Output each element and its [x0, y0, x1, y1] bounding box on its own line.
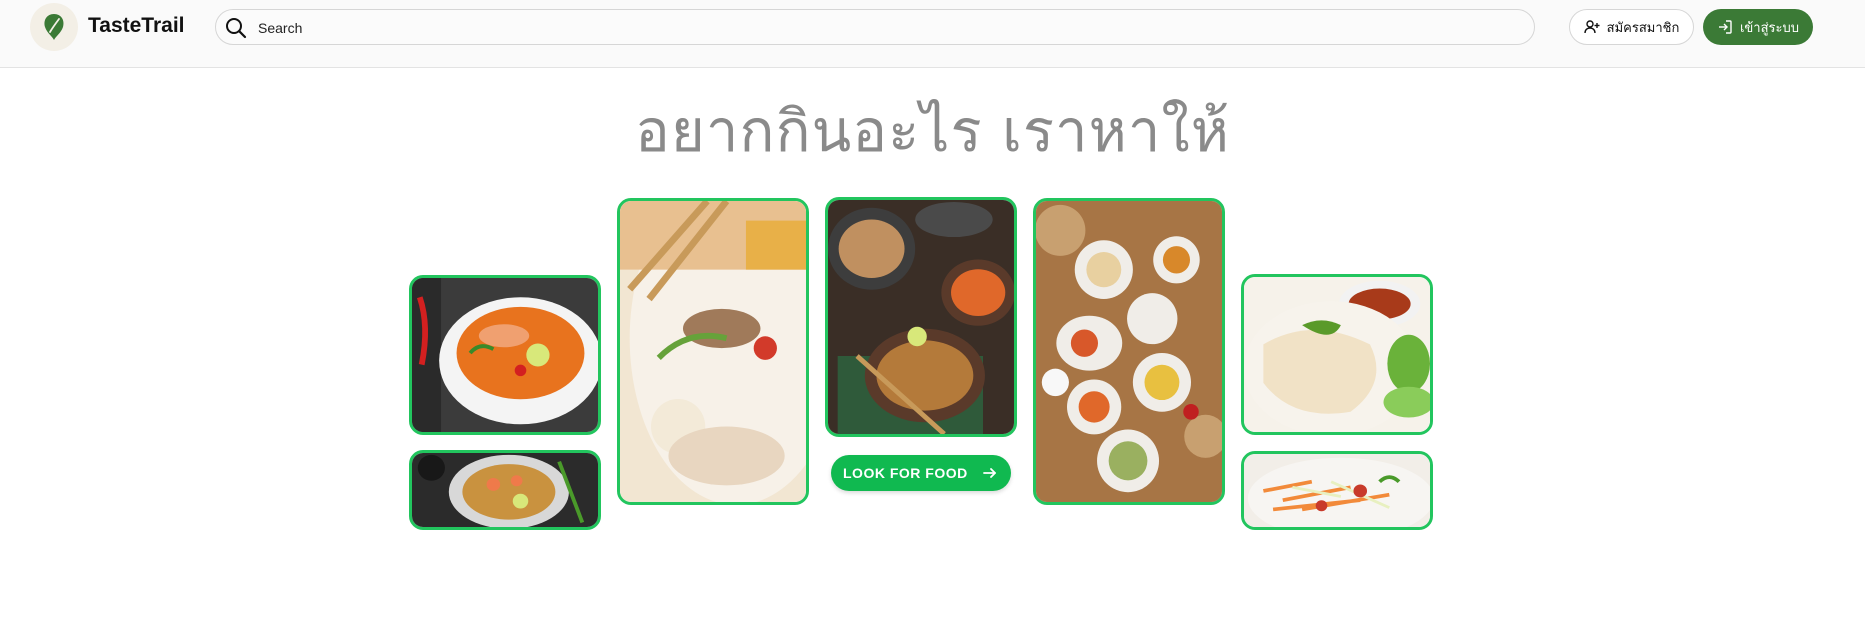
- brand-name[interactable]: TasteTrail: [88, 14, 185, 38]
- login-button[interactable]: เข้าสู่ระบบ: [1703, 9, 1813, 45]
- login-label: เข้าสู่ระบบ: [1739, 20, 1800, 36]
- brand-logo[interactable]: [30, 3, 78, 51]
- arrow-right-icon: [983, 468, 996, 478]
- search-icon: [226, 18, 247, 39]
- top-navbar: TasteTrail สมัครสมาชิก เข้าสู่ระบบ: [0, 0, 1865, 68]
- noodle-bowl-image[interactable]: [617, 198, 809, 505]
- leaf-pin-icon: [44, 14, 64, 40]
- user-plus-icon: [1583, 20, 1600, 34]
- hainanese-chicken-rice-image[interactable]: [1241, 274, 1433, 435]
- thai-dishes-spread-image[interactable]: [825, 197, 1017, 437]
- register-label: สมัครสมาชิก: [1606, 20, 1680, 36]
- look-for-food-button[interactable]: LOOK FOR FOOD: [831, 455, 1011, 491]
- register-button[interactable]: สมัครสมาชิก: [1569, 9, 1694, 45]
- hero-title: อยากกินอะไร เราหาให้: [635, 97, 1230, 165]
- login-icon: [1718, 20, 1732, 34]
- pad-thai-image[interactable]: [409, 450, 601, 530]
- thai-feast-table-image[interactable]: [1033, 198, 1225, 505]
- look-for-food-label: LOOK FOR FOOD: [843, 465, 968, 481]
- search-input[interactable]: [256, 16, 1510, 40]
- papaya-salad-image[interactable]: [1241, 451, 1433, 530]
- tom-yum-soup-image[interactable]: [409, 275, 601, 435]
- search-bar[interactable]: [215, 9, 1535, 45]
